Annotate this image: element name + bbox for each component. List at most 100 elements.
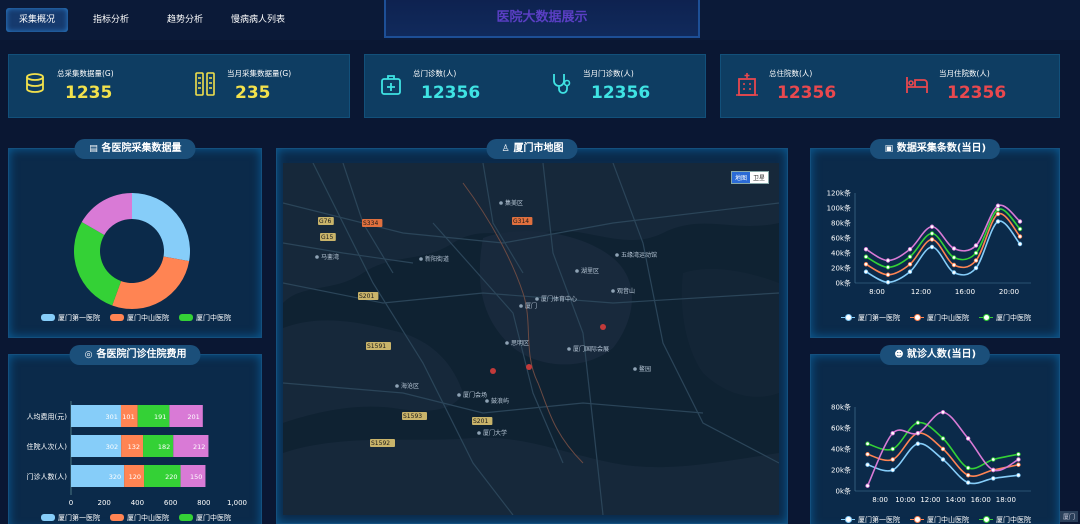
user-pin-icon: ♙ bbox=[501, 144, 510, 154]
data-point bbox=[915, 420, 921, 425]
bar-value-label: 191 bbox=[154, 413, 166, 421]
donut-chart bbox=[73, 193, 191, 309]
data-point bbox=[885, 265, 891, 270]
tab-trend-analysis[interactable]: 趋势分析 bbox=[156, 8, 214, 32]
data-point bbox=[1017, 234, 1023, 239]
legend-item[interactable]: 厦门中山医院 bbox=[110, 313, 169, 323]
map-place-label: 马銮湾 bbox=[321, 253, 339, 261]
panel-collect-count: ▣ 数据采集条数(当日) 0k条 20k条 40k条 60k条 80k条 100k条 120k… bbox=[810, 139, 1060, 338]
legend-item[interactable]: 厦门中医院 bbox=[179, 513, 231, 523]
tab-collection-overview[interactable]: 采集概况 bbox=[6, 8, 68, 32]
server-rack-icon bbox=[195, 72, 215, 96]
map-place-label: 厦门体育中心 bbox=[541, 295, 577, 303]
x-tick-label: 400 bbox=[131, 499, 144, 507]
stat-label: 总采集数据量(G) bbox=[57, 69, 114, 78]
map-place-label: 厦门会场 bbox=[463, 391, 487, 399]
legend-label: 厦门第一医院 bbox=[58, 514, 100, 522]
legend-item[interactable]: 厦门中医院 bbox=[179, 313, 231, 323]
data-point bbox=[965, 473, 971, 478]
map-place-label: 思明区 bbox=[511, 340, 529, 347]
collect-line-chart: 0k条 20k条 40k条 60k条 80k条 100k条 120k条 8:00 12:00 16… bbox=[827, 189, 1031, 296]
series-line bbox=[867, 421, 1019, 470]
data-point bbox=[907, 254, 913, 259]
bar-value-label: 201 bbox=[187, 413, 199, 421]
legend-item[interactable]: 厦门第一医院 bbox=[841, 313, 900, 323]
stat-month-outpatient: 当月门诊数(人) 12356 bbox=[543, 55, 703, 119]
map-road-shield-label: S201 bbox=[473, 418, 488, 425]
tab-indicator-analysis[interactable]: 指标分析 bbox=[82, 8, 140, 32]
bar-value-label: 120 bbox=[129, 473, 141, 481]
data-point bbox=[890, 431, 895, 436]
map-place-dot bbox=[575, 269, 579, 273]
map-place-dot bbox=[535, 297, 539, 301]
data-point bbox=[995, 211, 1001, 217]
data-point bbox=[885, 280, 891, 285]
data-point bbox=[907, 247, 913, 252]
panel-title-text: 各医院门诊住院费用 bbox=[96, 349, 187, 360]
title-frame: 医院大数据展示 bbox=[384, 0, 700, 38]
x-tick-label: 10:00 bbox=[895, 496, 915, 504]
data-point bbox=[865, 441, 870, 446]
stat-total-inpatient: 总住院数(人) 12356 bbox=[729, 55, 889, 119]
donut-slice bbox=[132, 193, 191, 262]
legend-item[interactable]: 厦门中山医院 bbox=[110, 513, 169, 523]
panel-hospital-collection: ▤ 各医院采集数据量 厦门第一医院 厦门中山医院 厦门中医院 bbox=[8, 139, 262, 338]
bar-value-label: 302 bbox=[106, 443, 118, 451]
y-tick-label: 100k条 bbox=[827, 204, 851, 213]
legend-item[interactable]: 厦门第一医院 bbox=[41, 513, 100, 523]
map-toggle-satellite[interactable]: 卫星 bbox=[750, 172, 768, 183]
legend-item[interactable]: 厦门中医院 bbox=[979, 313, 1031, 323]
legend-label: 厦门第一医院 bbox=[858, 314, 900, 322]
data-point bbox=[995, 203, 1001, 208]
data-point bbox=[907, 262, 913, 267]
map-road-shield-label: S1593 bbox=[403, 413, 422, 420]
map-canvas[interactable]: 集美区湖里区厦门思明区厦门大学 鼓浪屿 海沧区 五缘湾运动馆观音山厦门国际会展鳌园 马銮… bbox=[283, 163, 779, 515]
data-point bbox=[1016, 457, 1021, 462]
map-view[interactable]: 集美区 湖里区 厦门 思明区 厦门大学 鼓浪屿 海沧区 五缘湾运动馆 观音山 厦门国际会展 鳌园 马銮… bbox=[283, 163, 779, 515]
data-point bbox=[940, 457, 946, 462]
panel-title: ☻ 就诊人数(当日) bbox=[879, 345, 991, 365]
data-point bbox=[890, 467, 895, 473]
stat-label: 当月门诊数(人) bbox=[583, 69, 634, 78]
map-road-shield-label: S1591 bbox=[367, 343, 386, 350]
corner-tag[interactable]: 厦门 bbox=[1059, 511, 1078, 522]
data-point bbox=[951, 246, 957, 251]
stacked-bar-chart: 0 200 400 600 800 1,000 人均费用(元) 301 101 191 201 住院人… bbox=[27, 401, 247, 507]
visit-legend: 厦门第一医院 厦门中山医院 厦门中医院 bbox=[841, 515, 1031, 524]
data-point bbox=[951, 255, 957, 260]
panel-title-text: 各医院采集数据量 bbox=[101, 143, 182, 154]
legend-item[interactable]: 厦门第一医院 bbox=[41, 313, 100, 323]
map-place-dot bbox=[615, 253, 619, 257]
bar-value-label: 182 bbox=[158, 443, 170, 451]
data-point bbox=[890, 457, 895, 462]
data-point bbox=[973, 265, 979, 271]
x-tick-label: 600 bbox=[164, 499, 177, 507]
data-point bbox=[863, 247, 869, 252]
data-point bbox=[973, 250, 979, 256]
data-point bbox=[865, 462, 870, 467]
map-toggle-map[interactable]: 地图 bbox=[731, 172, 750, 183]
map-place-label: 海沧区 bbox=[401, 382, 419, 390]
legend-item[interactable]: 厦门中山医院 bbox=[910, 515, 969, 524]
stat-total-outpatient: 总门诊数(人) 12356 bbox=[373, 55, 533, 119]
map-place-dot bbox=[499, 201, 503, 205]
data-point bbox=[995, 207, 1001, 212]
legend-item[interactable]: 厦门第一医院 bbox=[841, 515, 900, 524]
legend-label: 厦门中医院 bbox=[996, 516, 1031, 524]
legend-item[interactable]: 厦门中医院 bbox=[979, 515, 1031, 524]
data-point bbox=[885, 258, 891, 263]
x-tick-label: 20:00 bbox=[999, 288, 1019, 296]
stat-value: 1235 bbox=[65, 83, 113, 103]
bar-value-label: 301 bbox=[106, 413, 118, 421]
top-nav-bar: 采集概况 指标分析 趋势分析 慢病病人列表 医院大数据展示 bbox=[0, 0, 1080, 40]
map-place-dot bbox=[477, 431, 481, 435]
data-point bbox=[965, 436, 971, 441]
data-point bbox=[995, 219, 1001, 224]
category-label: 门诊人数(人) bbox=[27, 472, 68, 481]
legend-label: 厦门中山医院 bbox=[927, 314, 969, 322]
stat-value: 12356 bbox=[947, 83, 1007, 103]
x-tick-label: 16:00 bbox=[955, 288, 975, 296]
legend-item[interactable]: 厦门中山医院 bbox=[910, 313, 969, 323]
map-road-shield-label: G314 bbox=[513, 218, 529, 225]
tab-chronic-patients[interactable]: 慢病病人列表 bbox=[228, 8, 288, 32]
